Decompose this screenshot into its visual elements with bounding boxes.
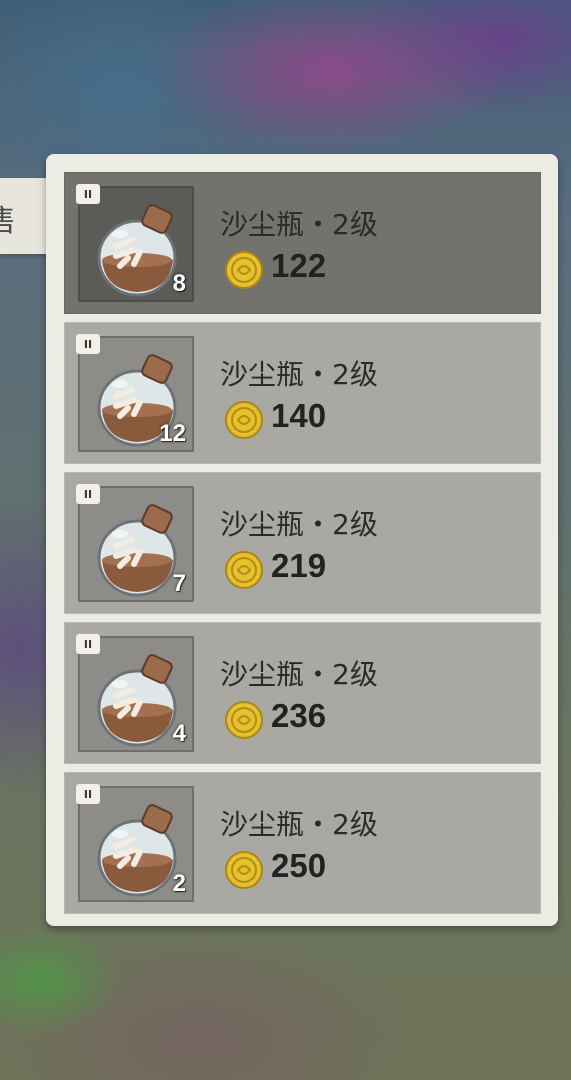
item-name: 沙尘瓶・2级 — [220, 208, 378, 241]
sand-bottle-icon — [97, 804, 177, 897]
item-row[interactable]: II 2 沙尘瓶・2级 250 — [64, 772, 541, 914]
item-name: 沙尘瓶・2级 — [220, 358, 378, 391]
gold-coin-icon — [225, 401, 263, 439]
item-price: 236 — [271, 697, 327, 734]
item-row[interactable]: II 4 沙尘瓶・2级 236 — [64, 622, 541, 764]
gold-coin-icon — [225, 701, 263, 739]
item-slot: II 12 — [76, 334, 194, 452]
gold-coin-icon — [225, 251, 263, 289]
item-count: 4 — [172, 720, 186, 747]
item-price: 122 — [271, 247, 327, 284]
item-slot: II 2 — [76, 784, 194, 902]
item-name: 沙尘瓶・2级 — [220, 658, 378, 691]
gold-coin-icon — [225, 551, 263, 589]
item-row[interactable]: II 12 沙尘瓶・2级 140 — [64, 322, 541, 464]
item-price: 140 — [271, 397, 327, 434]
sand-bottle-icon — [97, 504, 177, 597]
item-price: 219 — [271, 547, 327, 584]
item-slot: II 4 — [76, 634, 194, 752]
item-slot: II 8 — [76, 184, 194, 302]
sand-bottle-icon — [97, 654, 177, 747]
item-name: 沙尘瓶・2级 — [220, 808, 378, 841]
item-count: 8 — [172, 270, 186, 297]
item-count: 2 — [172, 870, 186, 897]
sand-bottle-icon — [97, 204, 177, 297]
game-scene-background: 售 II 8 沙尘瓶・2级 122 II 12 沙尘瓶・2级 140 II 7 … — [0, 0, 571, 1080]
item-price: 250 — [271, 847, 327, 884]
item-count: 7 — [172, 570, 186, 597]
side-tab-label: 售 — [0, 204, 16, 239]
item-row[interactable]: II 8 沙尘瓶・2级 122 — [64, 172, 541, 314]
item-name: 沙尘瓶・2级 — [220, 508, 378, 541]
item-count: 12 — [159, 420, 186, 447]
gold-coin-icon — [225, 851, 263, 889]
item-row[interactable]: II 7 沙尘瓶・2级 219 — [64, 472, 541, 614]
item-slot: II 7 — [76, 484, 194, 602]
